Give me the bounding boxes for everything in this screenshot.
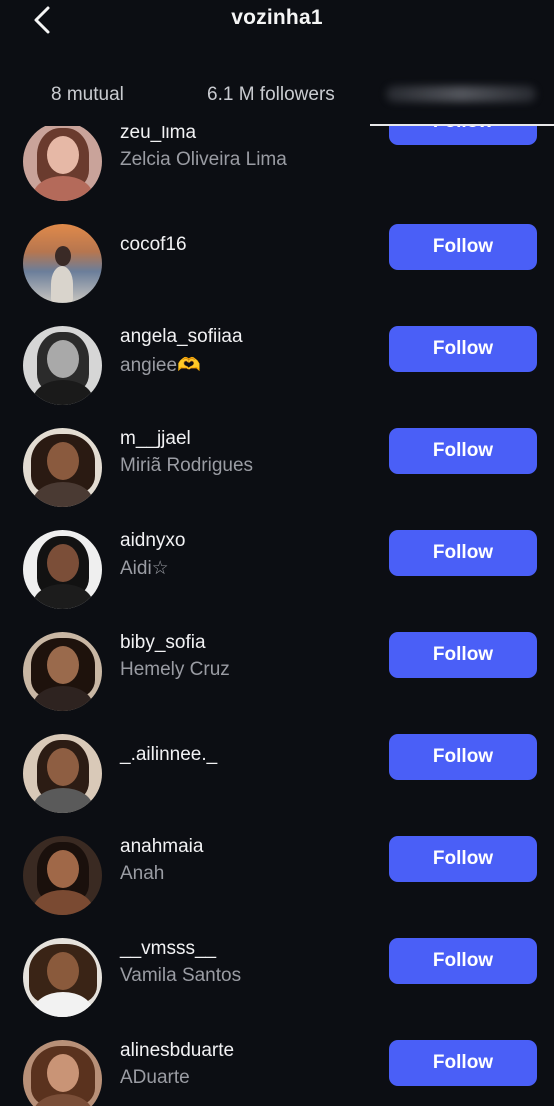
username[interactable]: __vmsss__	[120, 938, 216, 960]
avatar-face	[47, 136, 79, 174]
list-item: __vmsss__ Vamila Santos Follow	[0, 918, 554, 1020]
tab-following[interactable]	[372, 80, 554, 110]
full-name: Aidi☆	[120, 558, 169, 579]
page-title: vozinha1	[231, 6, 323, 29]
avatar-face	[47, 646, 79, 684]
avatar-face	[47, 1054, 79, 1092]
avatar[interactable]	[23, 126, 102, 201]
follow-button[interactable]: Follow	[389, 938, 537, 984]
username[interactable]: cocof16	[120, 234, 187, 256]
follow-button[interactable]: Follow	[389, 836, 537, 882]
username[interactable]: _.ailinnee._	[120, 744, 217, 766]
username[interactable]: biby_sofia	[120, 632, 206, 654]
avatar[interactable]	[23, 836, 102, 915]
list-item: cocof16 Follow	[0, 204, 554, 306]
follow-button[interactable]: Follow	[389, 326, 537, 372]
tab-bar: 8 mutual 6.1 M followers	[0, 72, 554, 126]
avatar[interactable]	[23, 530, 102, 609]
full-name: Hemely Cruz	[120, 659, 230, 680]
avatar[interactable]	[23, 632, 102, 711]
username[interactable]: m__jjael	[120, 428, 191, 450]
avatar-face	[47, 442, 79, 480]
full-name: Vamila Santos	[120, 965, 242, 986]
username[interactable]: anahmaia	[120, 836, 203, 858]
avatar-body	[51, 266, 73, 302]
full-name: Zelcia Oliveira Lima	[120, 149, 287, 170]
follow-button[interactable]: Follow	[389, 1040, 537, 1086]
avatar[interactable]	[23, 428, 102, 507]
list-item: zeu_lima Zelcia Oliveira Lima Follow	[0, 126, 554, 204]
avatar[interactable]	[23, 938, 102, 1017]
full-name: Anah	[120, 863, 165, 884]
user-list[interactable]: zeu_lima Zelcia Oliveira Lima Follow coc…	[0, 126, 554, 1106]
list-item: angela_sofiiaa angiee🫶 Follow	[0, 306, 554, 408]
avatar-face	[47, 850, 79, 888]
username[interactable]: aidnyxo	[120, 530, 186, 552]
avatar[interactable]	[23, 326, 102, 405]
avatar[interactable]	[23, 734, 102, 813]
avatar[interactable]	[23, 1040, 102, 1106]
follow-button[interactable]: Follow	[389, 734, 537, 780]
list-item: _.ailinnee._ Follow	[0, 714, 554, 816]
follow-button[interactable]: Follow	[389, 428, 537, 474]
follow-button[interactable]: Follow	[389, 632, 537, 678]
tab-mutual[interactable]: 8 mutual	[51, 84, 124, 106]
follow-button[interactable]: Follow	[389, 224, 537, 270]
tab-followers[interactable]: 6.1 M followers	[207, 84, 335, 106]
avatar[interactable]	[23, 224, 102, 303]
list-item: alinesbduarte ADuarte Follow	[0, 1020, 554, 1106]
username[interactable]: angela_sofiiaa	[120, 326, 243, 348]
list-item: aidnyxo Aidi☆ Follow	[0, 510, 554, 612]
follow-button[interactable]: Follow	[389, 126, 537, 145]
list-item: m__jjael Miriã Rodrigues Follow	[0, 408, 554, 510]
username[interactable]: zeu_lima	[120, 126, 196, 144]
avatar-face	[47, 748, 79, 786]
list-item: biby_sofia Hemely Cruz Follow	[0, 612, 554, 714]
follow-button[interactable]: Follow	[389, 530, 537, 576]
top-bar: vozinha1	[0, 0, 554, 44]
avatar-face	[47, 544, 79, 582]
full-name: Miriã Rodrigues	[120, 455, 254, 476]
avatar-face	[47, 340, 79, 378]
list-item: anahmaia Anah Follow	[0, 816, 554, 918]
blurred-tab-label	[386, 86, 536, 102]
full-name: angiee🫶	[120, 355, 201, 376]
username[interactable]: alinesbduarte	[120, 1040, 234, 1062]
avatar-face	[47, 952, 79, 990]
full-name: ADuarte	[120, 1067, 190, 1088]
avatar-face	[55, 246, 71, 266]
